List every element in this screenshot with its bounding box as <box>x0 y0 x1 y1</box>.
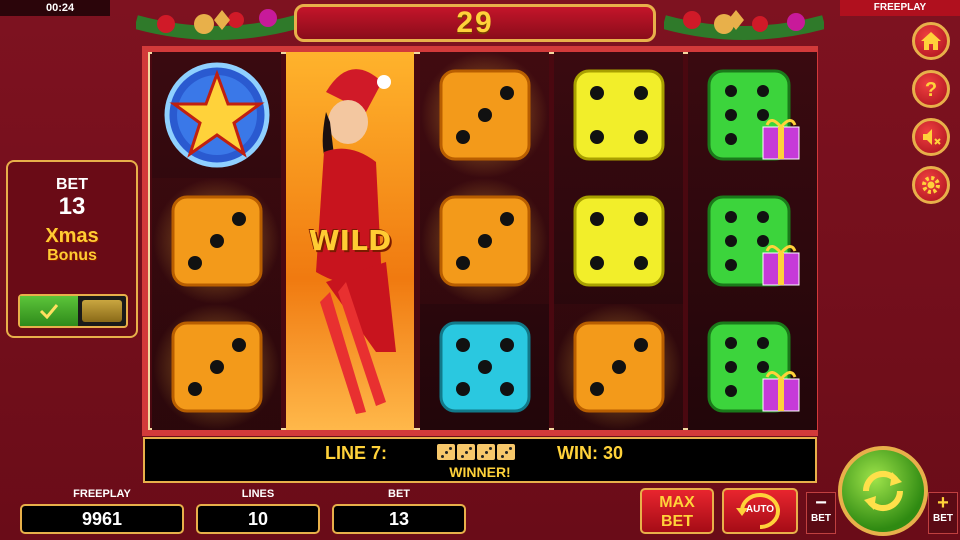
bet-stat: BET 13 <box>332 488 466 534</box>
dice-three-icon <box>171 195 262 287</box>
spin-arrows-icon <box>862 470 904 512</box>
reel-3 <box>420 52 549 430</box>
reel-4 <box>554 52 683 430</box>
auto-label: AUTO <box>745 504 775 515</box>
xmas-bonus-line1: Xmas <box>45 225 99 247</box>
max-bet-button[interactable]: MAX BET <box>640 488 714 534</box>
freeplay-value: 9961 <box>20 504 184 534</box>
bet-label: BET <box>388 488 410 500</box>
symbol-dice-cyan <box>420 304 549 430</box>
dice-four-icon <box>573 69 664 161</box>
svg-text:?: ? <box>925 79 937 100</box>
symbol-dice-yellow <box>554 178 683 304</box>
garland-left-decoration <box>136 9 296 40</box>
symbol-dice-yellow <box>554 52 683 178</box>
dice-four-icon <box>573 195 664 287</box>
wild-reel: WILD <box>286 52 414 430</box>
xmas-bonus-line2: Bonus <box>47 247 97 264</box>
sound-off-icon <box>923 129 941 145</box>
settings-button[interactable] <box>912 166 950 204</box>
symbol-dice-orange <box>152 304 281 430</box>
reel-1 <box>152 52 281 430</box>
symbol-dice-green-gift <box>688 52 817 178</box>
help-icon: ? <box>925 79 937 100</box>
bet-plus-button[interactable]: + BET <box>928 492 958 534</box>
dice-three-icon <box>439 195 530 287</box>
xmas-bonus-toggle[interactable] <box>18 294 128 328</box>
clock: 00:24 <box>0 0 110 16</box>
dice-five-icon <box>439 321 530 413</box>
plus-icon: + <box>937 492 949 514</box>
spin-button[interactable] <box>838 446 928 536</box>
dice-six-gift-icon <box>707 321 799 413</box>
home-icon <box>921 32 941 50</box>
bet-panel: BET 13 Xmas Bonus <box>6 160 138 338</box>
bet-plus-label: BET <box>933 513 953 524</box>
mini-dice-icon <box>457 444 475 460</box>
freeplay-stat: FREEPLAY 9961 <box>20 488 184 534</box>
win-amount: WIN: 30 <box>557 443 624 463</box>
symbol-dice-orange <box>554 304 683 430</box>
symbol-dice-orange <box>420 52 549 178</box>
dice-three-icon <box>171 321 262 413</box>
win-line-label: LINE 7: <box>325 443 388 463</box>
lines-label: LINES <box>241 488 275 500</box>
star-icon <box>164 62 269 168</box>
checkmark-icon <box>39 304 59 319</box>
symbol-star <box>152 52 281 178</box>
minus-icon: − <box>815 492 827 514</box>
garland-right-decoration <box>664 10 824 40</box>
toggle-on[interactable] <box>20 296 78 326</box>
bet-panel-value: 13 <box>58 193 86 220</box>
help-button[interactable]: ? <box>912 70 950 108</box>
symbol-dice-orange <box>420 178 549 304</box>
mini-dice-icon <box>477 444 495 460</box>
symbol-dice-green-gift <box>688 178 817 304</box>
bet-value: 13 <box>332 504 466 534</box>
wild-label: WILD <box>308 224 392 257</box>
dice-three-icon <box>573 321 664 413</box>
symbol-dice-orange <box>152 178 281 304</box>
bet-minus-label: BET <box>811 513 831 524</box>
winner-text: WINNER! <box>449 464 511 480</box>
toggle-off[interactable] <box>82 300 122 322</box>
home-button[interactable] <box>912 22 950 60</box>
gear-icon <box>922 176 940 194</box>
dice-six-gift-icon <box>707 195 799 287</box>
dice-six-gift-icon <box>707 69 799 161</box>
free-spins-counter: 29 <box>294 4 656 42</box>
max-bet-line2: BET <box>661 513 693 530</box>
freeplay-label: FREEPLAY <box>73 488 131 500</box>
sound-button[interactable] <box>912 118 950 156</box>
lines-value: 10 <box>196 504 320 534</box>
lines-stat: LINES 10 <box>196 488 320 534</box>
dice-three-icon <box>439 69 530 161</box>
win-info-bar: LINE 7: WIN: 30 WINNER! <box>143 437 817 483</box>
max-bet-line1: MAX <box>659 494 695 511</box>
bet-minus-button[interactable]: − BET <box>806 492 836 534</box>
reel-5 <box>688 52 817 430</box>
mini-dice-icon <box>497 444 515 460</box>
xmas-bonus-logo: Xmas Bonus <box>17 226 127 266</box>
reel-area: WILD <box>142 46 818 436</box>
bet-panel-label: BET <box>56 176 88 193</box>
auto-button[interactable]: AUTO <box>722 488 798 534</box>
win-line-symbols <box>437 444 515 460</box>
mini-dice-icon <box>437 444 455 460</box>
symbol-dice-green-gift <box>688 304 817 430</box>
mode-indicator: FREEPLAY <box>840 0 960 16</box>
